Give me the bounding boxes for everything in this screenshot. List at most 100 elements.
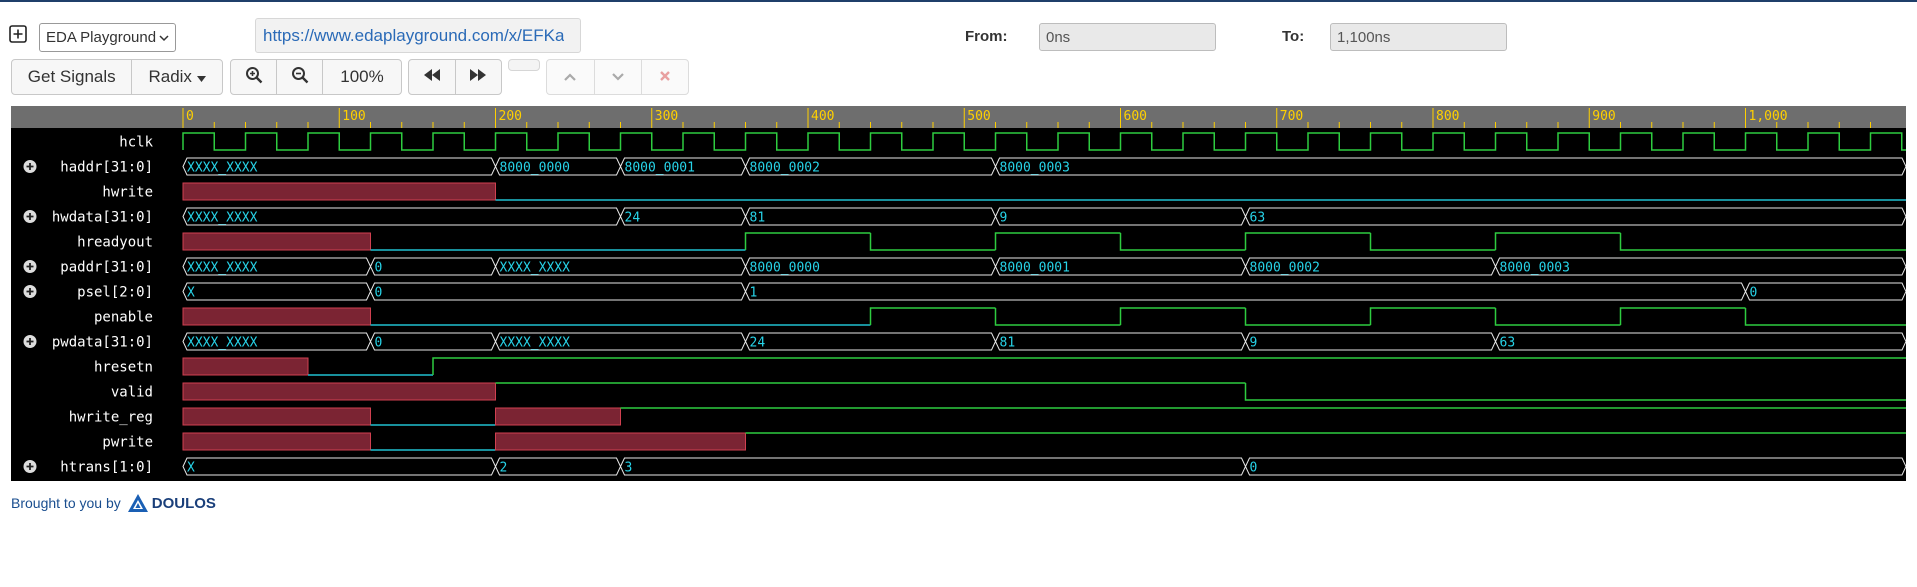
share-url-text: https://www.edaplayground.com/x/EFKa: [263, 25, 565, 45]
share-url-field[interactable]: https://www.edaplayground.com/x/EFKa: [255, 18, 581, 53]
timeline-tick-label: 0: [186, 109, 194, 124]
bus-value-label: XXXX_XXXX: [500, 261, 571, 276]
zoom-level-button[interactable]: 100%: [323, 60, 401, 94]
timeline-tick-label: 800: [1436, 109, 1459, 124]
signal-name[interactable]: pwrite: [102, 435, 153, 451]
to-label: To:: [1282, 28, 1305, 45]
radix-label: Radix: [148, 67, 192, 86]
bus-value-label: XXXX_XXXX: [187, 261, 258, 276]
zoom-button-group: 100%: [230, 59, 402, 95]
signal-name[interactable]: hreadyout: [77, 235, 153, 251]
chevron-down-icon: [611, 67, 625, 87]
get-signals-button[interactable]: Get Signals: [12, 60, 133, 94]
signal-name[interactable]: hwrite: [102, 185, 153, 201]
bus-value-label: 63: [1500, 336, 1516, 351]
unknown-value-region: [182, 232, 371, 251]
delete-signal-button[interactable]: [642, 60, 688, 94]
expand-signal-icon[interactable]: [23, 160, 37, 173]
bus-value-label: 0: [1250, 461, 1258, 476]
bus-value-label: 63: [1250, 211, 1266, 226]
unknown-value-region: [495, 432, 746, 451]
chevron-down-icon: [159, 29, 169, 46]
signal-name[interactable]: valid: [111, 385, 153, 401]
move-down-button[interactable]: [595, 60, 643, 94]
zoom-in-icon: [245, 66, 263, 89]
fast-backward-icon: [423, 67, 441, 87]
unknown-value-region: [495, 407, 621, 426]
signal-name[interactable]: pwdata[31:0]: [52, 335, 153, 351]
bus-value-label: 81: [1000, 336, 1016, 351]
bus-value-label: 24: [750, 336, 766, 351]
zoom-out-button[interactable]: [277, 60, 323, 94]
signal-name[interactable]: penable: [94, 310, 153, 326]
bus-value-label: 8000_0003: [1500, 261, 1570, 276]
bus-value-label: X: [187, 461, 195, 476]
timeline-tick-label: 700: [1280, 109, 1303, 124]
signal-name[interactable]: paddr[31:0]: [60, 260, 153, 276]
timeline-tick-label: 400: [811, 109, 834, 124]
bus-value-label: 9: [1000, 211, 1008, 226]
marker-button[interactable]: [508, 59, 540, 71]
close-icon: [659, 67, 671, 87]
doulos-brand: DOULOS: [151, 494, 216, 512]
doulos-logo[interactable]: DOULOS: [127, 493, 216, 513]
signal-name[interactable]: hwrite_reg: [69, 410, 153, 426]
unknown-value-region: [182, 307, 371, 326]
playground-select[interactable]: EDA Playground: [39, 23, 176, 52]
timeline-tick-label: 600: [1124, 109, 1147, 124]
zoom-in-button[interactable]: [231, 60, 277, 94]
bus-value-label: XXXX_XXXX: [500, 336, 571, 351]
expand-signal-icon[interactable]: [23, 335, 37, 348]
bus-value-label: 8000_0001: [1000, 261, 1070, 276]
bus-value-label: 8000_0000: [750, 261, 820, 276]
unknown-value-region: [182, 357, 309, 376]
timeline-tick-label: 1,000: [1749, 109, 1788, 124]
bus-value-label: 8000_0002: [1250, 261, 1320, 276]
footer-text: Brought to you by: [11, 495, 121, 511]
navigate-button-group: [408, 59, 502, 95]
step-back-button[interactable]: [409, 60, 456, 94]
unknown-value-region: [182, 432, 371, 451]
caret-down-icon: [196, 67, 206, 87]
add-panel-icon[interactable]: [9, 25, 27, 43]
top-border: [0, 0, 1917, 2]
move-up-button[interactable]: [547, 60, 595, 94]
bus-value-label: X: [187, 286, 195, 301]
signals-button-group: Get Signals Radix: [11, 59, 223, 95]
bus-value-label: 8000_0001: [625, 161, 695, 176]
signal-name[interactable]: hresetn: [94, 360, 153, 376]
timeline-tick-label: 900: [1592, 109, 1615, 124]
unknown-value-region: [182, 382, 496, 401]
signal-name[interactable]: hwdata[31:0]: [52, 210, 153, 226]
signal-name[interactable]: haddr[31:0]: [60, 160, 153, 176]
from-input[interactable]: 0ns: [1039, 23, 1216, 51]
radix-button[interactable]: Radix: [132, 60, 222, 94]
from-value: 0ns: [1046, 28, 1071, 46]
expand-signal-icon[interactable]: [23, 210, 37, 223]
timeline-tick-label: 500: [967, 109, 990, 124]
to-input[interactable]: 1,100ns: [1330, 23, 1507, 51]
bus-value-label: 0: [1750, 286, 1758, 301]
bus-value-label: 81: [750, 211, 766, 226]
bus-value-label: 3: [625, 461, 633, 476]
signal-name[interactable]: hclk: [119, 135, 153, 151]
bus-value-label: 0: [375, 261, 383, 276]
unknown-value-region: [182, 182, 496, 201]
timeline-tick-label: 200: [499, 109, 522, 124]
to-value: 1,100ns: [1337, 28, 1391, 46]
step-forward-button[interactable]: [456, 60, 502, 94]
signal-name[interactable]: psel[2:0]: [77, 285, 153, 301]
signal-name[interactable]: htrans[1:0]: [60, 460, 153, 476]
playground-select-value: EDA Playground: [46, 29, 157, 46]
order-button-group: [546, 59, 689, 95]
zoom-out-icon: [291, 66, 309, 89]
bus-value-label: XXXX_XXXX: [187, 211, 258, 226]
expand-signal-icon[interactable]: [23, 460, 37, 473]
bus-value-label: 0: [375, 336, 383, 351]
expand-signal-icon[interactable]: [23, 260, 37, 273]
bus-value-label: 8000_0002: [750, 161, 820, 176]
bus-value-label: 24: [625, 211, 641, 226]
waveform-viewer[interactable]: 0 100 200 300 400 500 600 700 800 900 1,000hclkhad…: [11, 106, 1906, 481]
expand-signal-icon[interactable]: [23, 285, 37, 298]
timeline-tick-label: 100: [342, 109, 365, 124]
